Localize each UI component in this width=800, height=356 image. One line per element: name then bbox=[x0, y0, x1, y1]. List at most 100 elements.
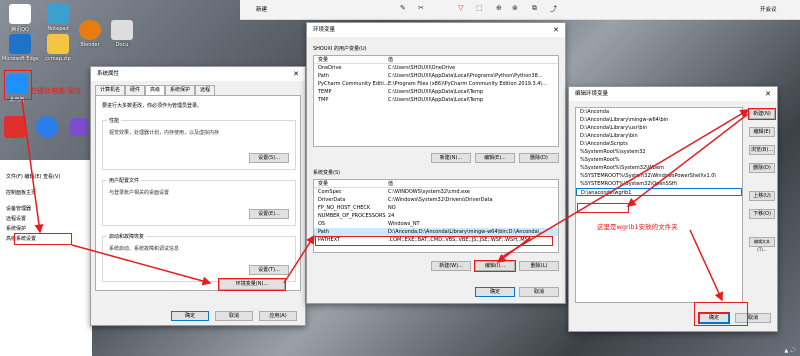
env-ok-button[interactable]: 确定 bbox=[475, 287, 515, 297]
cancel-button[interactable]: 取消 bbox=[215, 311, 253, 321]
desktop-icon-qq[interactable]: 腾讯QQ bbox=[2, 4, 38, 33]
path-entry[interactable]: D:\Anconda\Library\mingw-w64\bin bbox=[576, 116, 742, 124]
user-vars-header: 变量 值 bbox=[314, 56, 558, 64]
edge-icon bbox=[9, 34, 31, 54]
desktop-icon-zip[interactable]: ccmap.zip bbox=[40, 34, 76, 62]
annotation-wgrib-folder: 这里是wgrib1安放的文件夹 bbox=[597, 223, 678, 231]
apply-button[interactable]: 应用(A) bbox=[259, 311, 297, 321]
crop-icon[interactable]: ✂ bbox=[418, 4, 424, 12]
close-icon[interactable]: ✕ bbox=[293, 67, 299, 81]
tab-remote[interactable]: 远程 bbox=[195, 85, 216, 95]
system-var-row[interactable]: FP_NO_HOST_CHECK NO bbox=[314, 204, 558, 212]
env-title: 环境变量 bbox=[313, 27, 336, 33]
system-var-row[interactable]: NUMBER_OF_PROCESSORS 24 bbox=[314, 212, 558, 220]
user-var-row[interactable]: PyCharm Community Editi... E:\Program Fil… bbox=[314, 80, 558, 88]
performance-settings-button[interactable]: 设置(S)... bbox=[249, 153, 289, 163]
user-delete-button[interactable]: 删除(D) bbox=[519, 153, 559, 163]
path-entry[interactable]: %SystemRoot% bbox=[576, 156, 742, 164]
path-entry[interactable]: %SYSTEMROOT%\System32\WindowsPowerShell\… bbox=[576, 172, 742, 180]
profile-title: 用户配置文件 bbox=[107, 177, 142, 184]
environment-variables-dialog: 环境变量 ✕ SHOUXI 的用户变量(U) 变量 值 OneDrive C:\U… bbox=[306, 22, 566, 304]
tab-system-protection[interactable]: 系统保护 bbox=[165, 85, 196, 95]
environment-variables-button[interactable]: 环境变量(N)... bbox=[218, 278, 286, 291]
path-entry[interactable]: D:\Anconda\Scripts bbox=[576, 140, 742, 148]
performance-title: 性能 bbox=[107, 117, 122, 124]
startup-recovery-group: 启动和故障恢复 系统启动、系统故障和调试信息 设置(T)... bbox=[102, 233, 296, 282]
tab-computer-name[interactable]: 计算机名 bbox=[95, 85, 126, 95]
highlight-this-pc bbox=[4, 70, 32, 100]
profile-desc: 与登录账户相关的桌面设置 bbox=[109, 190, 170, 196]
path-entry[interactable]: %SystemRoot%\System32\Wbem bbox=[576, 164, 742, 172]
select-icon[interactable]: ⬚ bbox=[476, 4, 483, 12]
desktop-icon-edge[interactable]: Microsoft Edge bbox=[2, 34, 38, 62]
edit-entry-button[interactable]: 编辑(E) bbox=[749, 127, 775, 137]
remote-settings-link[interactable]: 远程设置 bbox=[0, 214, 92, 224]
ok-button[interactable]: 确定 bbox=[171, 311, 209, 321]
control-panel-home[interactable]: 控制面板主页 bbox=[0, 188, 92, 198]
blue-app-tile[interactable] bbox=[36, 116, 58, 138]
purple-app-tile[interactable] bbox=[70, 118, 88, 136]
path-entry[interactable]: D:\Anconda\Library\usr\bin bbox=[576, 124, 742, 132]
system-properties-dialog: 系统属性 ✕ 计算机名 硬件 高级 系统保护 远程 要进行大多数更改，你必须作为… bbox=[90, 66, 306, 326]
user-edit-button[interactable]: 编辑(E)... bbox=[475, 153, 515, 163]
system-vars-header: 变量 值 bbox=[314, 180, 558, 188]
user-var-row[interactable]: TEMP C:\Users\SHOUXI\AppData\Local\Temp bbox=[314, 88, 558, 96]
new-label[interactable]: 新建 bbox=[256, 5, 267, 13]
system-vars-section: 系统变量(S) bbox=[313, 170, 341, 176]
system-var-row[interactable]: DriverData C:\Windows\System32\Drivers\Dr… bbox=[314, 196, 558, 204]
move-up-button[interactable]: 上移(U) bbox=[749, 191, 775, 201]
tab-hardware[interactable]: 硬件 bbox=[125, 85, 146, 95]
path-entry[interactable]: %SYSTEMROOT%\System32\OpenSSH\ bbox=[576, 180, 742, 188]
user-var-row[interactable]: Path C:\Users\SHOUXI\AppData\Local\Progra… bbox=[314, 72, 558, 80]
path-entry-new[interactable]: D:\anaconda\wgrib1 bbox=[576, 188, 742, 196]
blender-icon bbox=[79, 20, 101, 40]
path-entry[interactable]: D:\Anconda\Library\bin bbox=[576, 132, 742, 140]
copy-icon[interactable]: ⧉ bbox=[532, 4, 537, 13]
delete-entry-button[interactable]: 删除(D) bbox=[749, 163, 775, 173]
system-properties-titlebar: 系统属性 ✕ bbox=[91, 67, 305, 81]
desktop-icon-blender[interactable]: Blender bbox=[72, 20, 108, 48]
close-icon[interactable]: ✕ bbox=[765, 87, 771, 101]
highlight-advanced-settings bbox=[14, 233, 72, 245]
desktop-icon-notepad[interactable]: Notepad bbox=[40, 4, 76, 32]
browse-button[interactable]: 浏览(B)... bbox=[749, 145, 775, 155]
user-new-button[interactable]: 新建(N)... bbox=[431, 153, 471, 163]
path-entry[interactable]: D:\Anconda bbox=[576, 108, 742, 116]
user-var-row[interactable]: OneDrive C:\Users\SHOUXI\OneDrive bbox=[314, 64, 558, 72]
system-edit-button[interactable]: 编辑(I)... bbox=[474, 260, 516, 272]
performance-desc: 视觉效果，处理器计划，内存使用，以及虚拟内存 bbox=[109, 130, 220, 136]
system-var-row[interactable]: OS Windows_NT bbox=[314, 220, 558, 228]
system-var-row-path[interactable]: Path D:\Anconda;D:\Anconda\Library\mingw-… bbox=[314, 228, 558, 236]
tab-advanced[interactable]: 高级 bbox=[145, 85, 166, 95]
system-new-button[interactable]: 新建(W)... bbox=[431, 261, 471, 271]
triangle-icon[interactable]: ▽ bbox=[458, 4, 463, 12]
share-icon[interactable]: ⤴ bbox=[550, 4, 557, 14]
startup-desc: 系统启动、系统故障和调试信息 bbox=[109, 246, 180, 252]
close-icon[interactable]: ✕ bbox=[553, 23, 559, 37]
startup-settings-button[interactable]: 设置(T)... bbox=[249, 265, 289, 275]
tab-strip: 计算机名 硬件 高级 系统保护 远程 bbox=[95, 85, 216, 95]
system-var-row[interactable]: ComSpec C:\WINDOWS\system32\cmd.exe bbox=[314, 188, 558, 196]
user-vars-section: SHOUXI 的用户变量(U) bbox=[313, 46, 367, 52]
explorer-menu[interactable]: 文件(F) 编辑(E) 查看(V) bbox=[0, 172, 92, 182]
edit-env-titlebar: 编辑环境变量 ✕ bbox=[569, 87, 777, 101]
admin-note: 要进行大多数更改，你必须作为管理员登录。 bbox=[102, 103, 203, 109]
zoom-out-icon[interactable]: ⊗ bbox=[512, 4, 518, 12]
pen-icon[interactable]: ✎ bbox=[400, 4, 406, 12]
red-app-tile[interactable] bbox=[4, 116, 26, 138]
env-cancel-button[interactable]: 取消 bbox=[519, 287, 559, 297]
env-titlebar: 环境变量 ✕ bbox=[307, 23, 565, 37]
path-entry[interactable]: %SystemRoot%\system32 bbox=[576, 148, 742, 156]
edit-text-button[interactable]: 编辑文本(T)... bbox=[749, 237, 775, 252]
zoom-in-icon[interactable]: ⊕ bbox=[496, 4, 502, 12]
profile-settings-button[interactable]: 设置(E)... bbox=[249, 209, 289, 219]
file-icon bbox=[111, 20, 133, 40]
user-var-row[interactable]: TMP C:\Users\SHOUXI\AppData\Local\Temp bbox=[314, 96, 558, 104]
move-down-button[interactable]: 下移(O) bbox=[749, 209, 775, 219]
device-manager-link[interactable]: 设备管理器 bbox=[0, 204, 92, 214]
new-entry-button[interactable]: 新建(N) bbox=[748, 108, 776, 120]
system-delete-button[interactable]: 删除(L) bbox=[519, 261, 559, 271]
performance-group: 性能 视觉效果，处理器计划，内存使用，以及虚拟内存 设置(S)... bbox=[102, 117, 296, 170]
desktop-icon-doc[interactable]: Docu bbox=[104, 20, 140, 48]
user-vars-list: 变量 值 OneDrive C:\Users\SHOUXI\OneDrive Pa… bbox=[313, 55, 559, 147]
